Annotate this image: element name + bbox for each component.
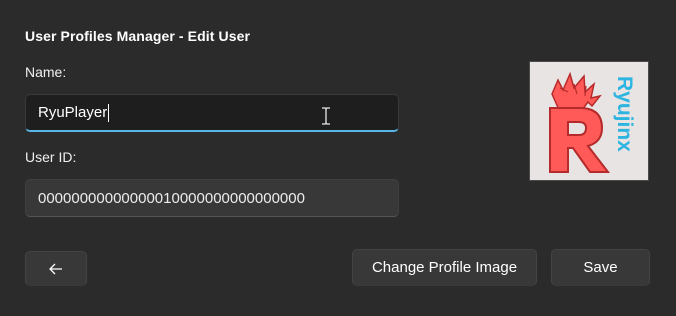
userid-label: User ID: bbox=[25, 149, 77, 165]
name-label: Name: bbox=[25, 64, 67, 80]
save-button[interactable]: Save bbox=[551, 249, 650, 286]
text-caret bbox=[108, 103, 110, 122]
dialog-title: User Profiles Manager - Edit User bbox=[25, 28, 251, 44]
userid-field[interactable]: 00000000000000010000000000000000 bbox=[25, 179, 399, 217]
back-button[interactable] bbox=[25, 251, 87, 286]
profile-image: Ryujinx bbox=[529, 61, 649, 181]
logo-text: Ryujinx bbox=[613, 76, 636, 152]
ryujinx-logo-icon: Ryujinx bbox=[549, 71, 636, 173]
ibeam-cursor-icon bbox=[322, 107, 330, 125]
userid-value: 00000000000000010000000000000000 bbox=[38, 189, 305, 207]
arrow-left-icon bbox=[49, 263, 62, 274]
edit-user-dialog: User Profiles Manager - Edit User Name: … bbox=[0, 0, 676, 316]
name-input-value: RyuPlayer bbox=[38, 104, 108, 121]
name-input[interactable]: RyuPlayer bbox=[25, 94, 399, 132]
change-profile-image-button[interactable]: Change Profile Image bbox=[352, 249, 537, 286]
